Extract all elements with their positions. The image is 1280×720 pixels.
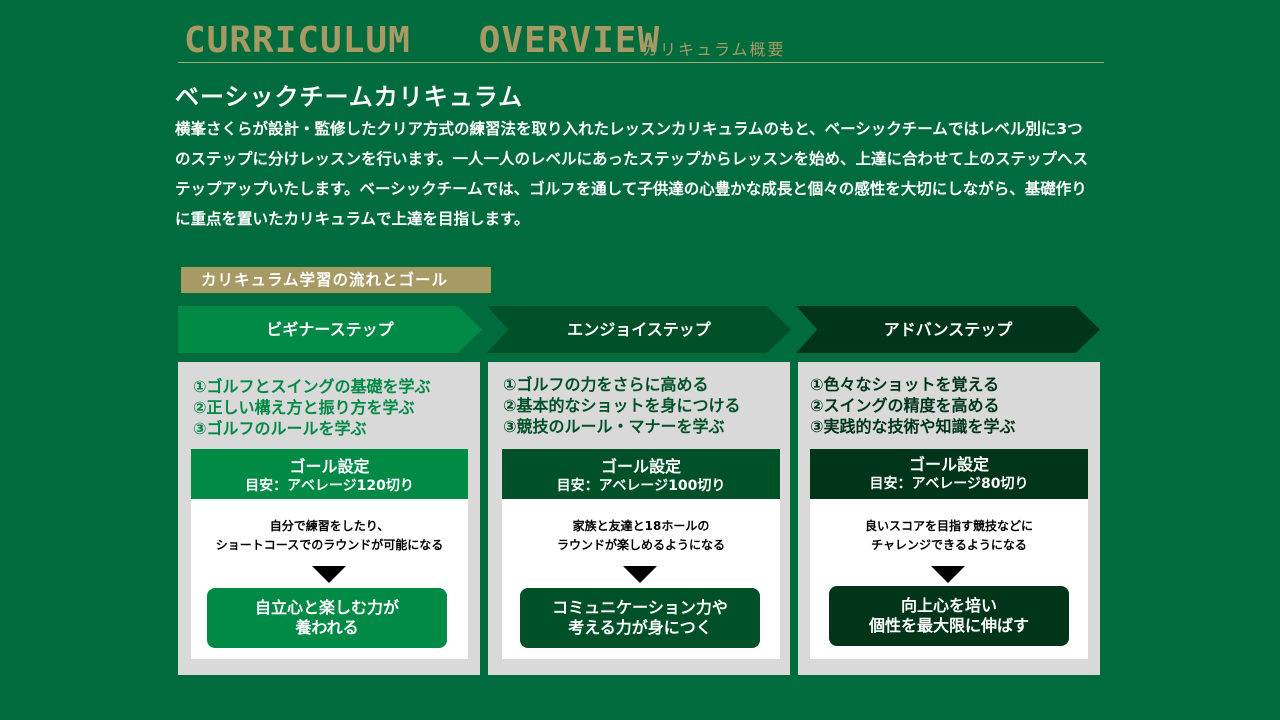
goal-description-line: 家族と友達と18ホールの <box>572 519 710 533</box>
step-name: エンジョイステップ <box>567 320 711 339</box>
step-point: ③実践的な技術や知識を学ぶ <box>810 417 1016 436</box>
goal-description: 良いスコアを目指す競技などに チャレンジできるようになる <box>810 517 1088 555</box>
goal-result-line: 養われる <box>295 618 359 637</box>
down-arrow-icon <box>623 566 657 583</box>
course-intro: 横峯さくらが設計・監修したクリア方式の練習法を取り入れたレッスンカリキュラムのも… <box>175 120 1088 228</box>
goal-result-line: 向上心を培い <box>900 596 997 615</box>
goal-title: ゴール設定 <box>289 457 370 476</box>
step-point: ③競技のルール・マナーを学ぶ <box>503 417 725 436</box>
header-title-ja: カリキュラム概要 <box>642 40 786 59</box>
goal-description-line: ラウンドが楽しめるようになる <box>556 538 725 552</box>
header-title-en: CURRICULUM OVERVIEW <box>184 20 661 61</box>
step-point: ①色々なショットを覚える <box>810 375 1000 394</box>
step-points: ①ゴルフの力をさらに高める ②基本的なショットを身につける ③競技のルール・マナ… <box>503 374 741 437</box>
goal-title: ゴール設定 <box>908 455 989 474</box>
goal-result-line: コミュニケーション力や <box>552 598 728 617</box>
goal-result-line: 自立心と楽しむ力が <box>254 598 399 617</box>
step-arrow-beginner: ビギナーステップ <box>178 306 482 353</box>
goal-header: ゴール設定 目安：アベレージ120切り <box>191 449 468 499</box>
step-point: ①ゴルフとスイングの基礎を学ぶ <box>193 377 431 396</box>
flow-label: カリキュラム学習の流れとゴール <box>181 267 491 293</box>
goal-title: ゴール設定 <box>600 457 681 476</box>
step-panel-advance: ①色々なショットを覚える ②スイングの精度を高める ③実践的な技術や知識を学ぶ … <box>798 362 1100 675</box>
goal-body: 自分で練習をしたり、 ショートコースでのラウンドが可能になる 自立心と楽しむ力が… <box>191 499 468 659</box>
goal-description-line: ショートコースでのラウンドが可能になる <box>215 538 444 552</box>
goal-body: 良いスコアを目指す競技などに チャレンジできるようになる 向上心を培い 個性を最… <box>810 499 1088 659</box>
goal-header: ゴール設定 目安：アベレージ80切り <box>810 449 1088 499</box>
goal-body: 家族と友達と18ホールの ラウンドが楽しめるようになる コミュニケーション力や … <box>502 499 780 659</box>
step-name: ビギナーステップ <box>266 320 394 339</box>
goal-result: コミュニケーション力や 考える力が身につく <box>520 588 760 648</box>
step-panel-beginner: ①ゴルフとスイングの基礎を学ぶ ②正しい構え方と振り方を学ぶ ③ゴルフのルールを… <box>178 362 480 675</box>
step-arrow-advance: アドバンステップ <box>796 306 1100 353</box>
goal-description-line: チャレンジできるようになる <box>871 538 1027 552</box>
goal-target: 目安：アベレージ120切り <box>245 478 414 494</box>
down-arrow-icon <box>312 566 346 583</box>
course-title: ベーシックチームカリキュラム <box>175 83 524 111</box>
goal-result: 自立心と楽しむ力が 養われる <box>207 588 447 648</box>
step-point: ①ゴルフの力をさらに高める <box>503 375 709 394</box>
goal-description: 家族と友達と18ホールの ラウンドが楽しめるようになる <box>502 517 780 555</box>
goal-result: 向上心を培い 個性を最大限に伸ばす <box>829 586 1069 646</box>
step-point: ②正しい構え方と振り方を学ぶ <box>193 398 415 417</box>
section-header: CURRICULUM OVERVIEW カリキュラム概要 <box>178 18 1104 63</box>
goal-result-line: 個性を最大限に伸ばす <box>868 616 1029 635</box>
step-point: ③ゴルフのルールを学ぶ <box>193 419 367 438</box>
goal-result-line: 考える力が身につく <box>568 618 712 637</box>
goal-header: ゴール設定 目安：アベレージ100切り <box>502 449 780 499</box>
step-point: ②スイングの精度を高める <box>810 396 1000 415</box>
goal-target: 目安：アベレージ100切り <box>556 478 726 494</box>
goal-description-line: 良いスコアを目指す競技などに <box>864 519 1033 533</box>
goal-description: 自分で練習をしたり、 ショートコースでのラウンドが可能になる <box>191 517 468 555</box>
goal-description-line: 自分で練習をしたり、 <box>269 519 390 533</box>
down-arrow-icon <box>931 566 965 583</box>
step-panel-enjoy: ①ゴルフの力をさらに高める ②基本的なショットを身につける ③競技のルール・マナ… <box>488 362 790 675</box>
goal-target: 目安：アベレージ80切り <box>869 476 1029 492</box>
step-arrow-enjoy: エンジョイステップ <box>487 306 791 353</box>
step-point: ②基本的なショットを身につける <box>503 396 741 415</box>
step-points: ①色々なショットを覚える ②スイングの精度を高める ③実践的な技術や知識を学ぶ <box>810 374 1016 437</box>
step-name: アドバンステップ <box>883 320 1013 339</box>
step-points: ①ゴルフとスイングの基礎を学ぶ ②正しい構え方と振り方を学ぶ ③ゴルフのルールを… <box>193 376 431 439</box>
